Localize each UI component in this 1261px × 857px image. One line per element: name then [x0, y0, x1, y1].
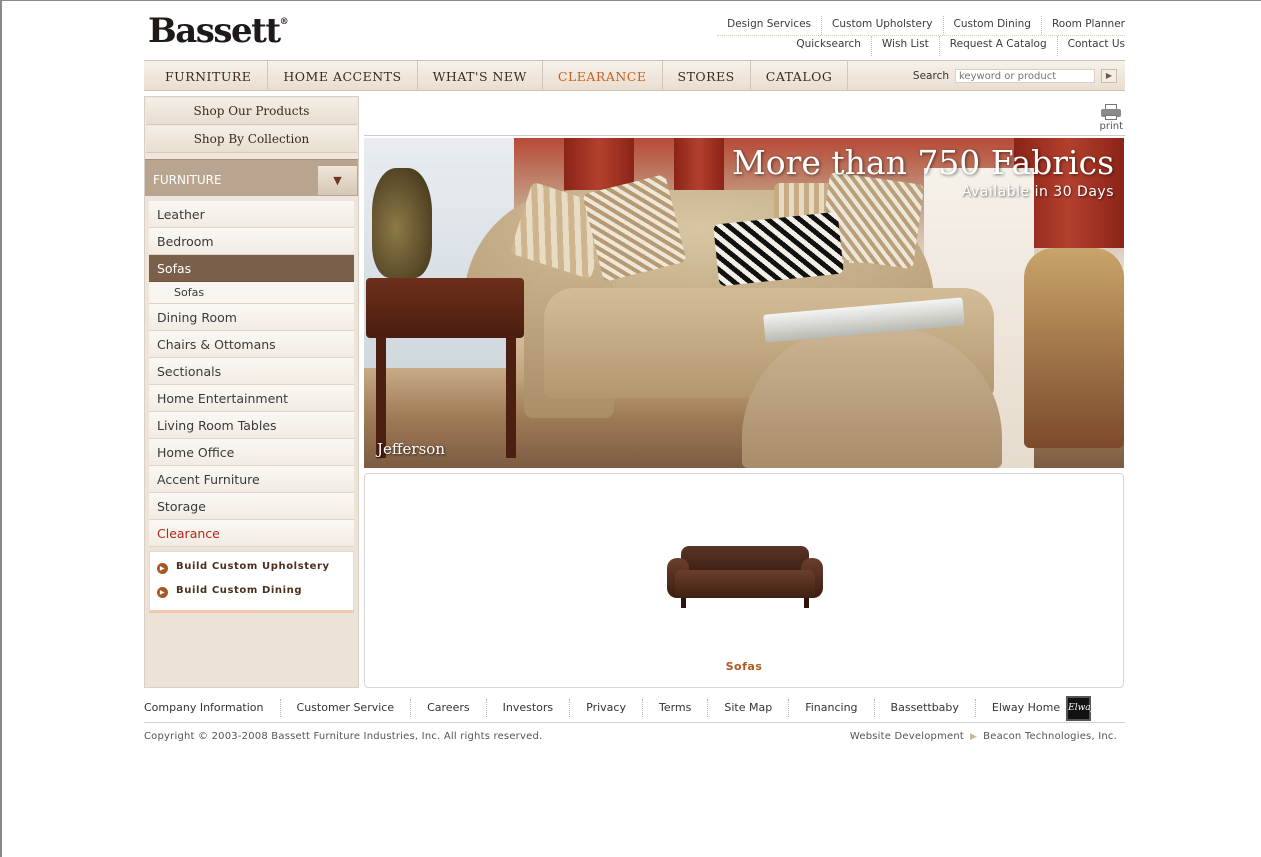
category-dropdown-button[interactable]: ▼	[318, 166, 357, 195]
nav-whats-new[interactable]: WHAT'S NEW	[418, 61, 543, 90]
product-panel: Sofas	[364, 473, 1124, 688]
bassett-logo[interactable]: Bassett®	[148, 11, 289, 51]
sidebar-item-storage[interactable]: Storage	[149, 493, 354, 520]
search-input[interactable]	[955, 69, 1095, 83]
contact-us-link[interactable]: Contact Us	[1056, 36, 1125, 56]
shop-by-collection-button[interactable]: Shop By Collection	[146, 126, 357, 153]
nav-clearance[interactable]: CLEARANCE	[543, 61, 663, 90]
footer-careers-link[interactable]: Careers	[410, 699, 486, 717]
sidebar-item-living-room-tables[interactable]: Living Room Tables	[149, 412, 354, 439]
sidebar-item-leather[interactable]: Leather	[149, 201, 354, 228]
sidebar-item-bedroom[interactable]: Bedroom	[149, 228, 354, 255]
shop-our-products-button[interactable]: Shop Our Products	[146, 98, 357, 125]
hero-caption: Jefferson	[377, 440, 445, 458]
hero-headline: More than 750 Fabrics	[731, 143, 1114, 182]
search-go-button[interactable]: ▶	[1101, 69, 1117, 83]
play-circle-icon: ▶	[157, 587, 168, 598]
search-label: Search	[912, 70, 949, 82]
elway-home-logo[interactable]: Elway	[1066, 695, 1096, 721]
sidebar: Shop Our Products Shop By Collection FUR…	[144, 96, 359, 688]
print-button[interactable]: print	[1099, 104, 1124, 132]
main-nav: FURNITURE HOME ACCENTS WHAT'S NEW CLEARA…	[144, 60, 1125, 91]
custom-upholstery-link[interactable]: Custom Upholstery	[821, 16, 943, 35]
design-services-link[interactable]: Design Services	[717, 16, 821, 35]
hero-vase	[372, 168, 432, 278]
footer-bassettbaby-link[interactable]: Bassettbaby	[873, 699, 975, 717]
category-list: Leather Bedroom Sofas Sofas Dining Room …	[149, 201, 354, 547]
wish-list-link[interactable]: Wish List	[870, 36, 939, 56]
build-custom-box: ▶ Build Custom Upholstery ▶ Build Custom D…	[149, 551, 354, 613]
custom-dining-link[interactable]: Custom Dining	[942, 16, 1041, 35]
product-item-sofas[interactable]	[665, 544, 825, 612]
category-header-label: FURNITURE	[153, 173, 222, 187]
play-arrow-icon: ▶	[1105, 71, 1113, 80]
sidebar-item-clearance[interactable]: Clearance	[149, 520, 354, 547]
sidebar-item-accent-furniture[interactable]: Accent Furniture	[149, 466, 354, 493]
room-planner-link[interactable]: Room Planner	[1040, 16, 1125, 35]
print-bar: print	[364, 96, 1125, 136]
copyright-text: Copyright © 2003-2008 Bassett Furniture …	[144, 731, 543, 742]
footer-privacy-link[interactable]: Privacy	[569, 699, 642, 717]
sidebar-subitem-sofas[interactable]: Sofas	[149, 282, 354, 304]
registered-mark: ®	[279, 17, 289, 27]
sidebar-item-sofas[interactable]: Sofas	[149, 255, 354, 282]
triangle-down-icon: ▼	[333, 174, 342, 187]
search-box: Search ▶	[913, 69, 1117, 83]
play-circle-icon: ▶	[157, 563, 168, 574]
utility-links-row-1: Design Services Custom Upholstery Custom…	[717, 16, 1125, 36]
product-label-sofas[interactable]: Sofas	[365, 660, 1123, 673]
nav-catalog[interactable]: CATALOG	[751, 61, 849, 90]
dev-label[interactable]: Website Development	[850, 731, 964, 742]
hero-table-leg	[506, 333, 516, 458]
nav-furniture[interactable]: FURNITURE	[144, 61, 269, 90]
leather-sofa-thumbnail[interactable]	[667, 544, 823, 612]
build-custom-upholstery-label: Build Custom Upholstery	[176, 561, 330, 572]
hero-subheadline: Available in 30 Days	[961, 184, 1114, 200]
footer-links: Company Information Customer Service Car…	[144, 694, 1125, 723]
footer-customer-service-link[interactable]: Customer Service	[279, 699, 411, 717]
printer-icon	[1101, 104, 1122, 120]
hero-side-table	[366, 278, 524, 338]
hero-accent-chair	[1024, 248, 1124, 448]
play-arrow-icon: ▶	[970, 732, 978, 742]
footer-company-information-link[interactable]: Company Information	[144, 699, 280, 717]
nav-home-accents[interactable]: HOME ACCENTS	[268, 61, 418, 90]
sidebar-item-home-entertainment[interactable]: Home Entertainment	[149, 385, 354, 412]
build-custom-dining-link[interactable]: ▶ Build Custom Dining	[150, 579, 353, 603]
quicksearch-link[interactable]: Quicksearch	[786, 36, 871, 56]
sidebar-item-chairs-ottomans[interactable]: Chairs & Ottomans	[149, 331, 354, 358]
dev-company[interactable]: Beacon Technologies, Inc.	[983, 731, 1117, 742]
footer-elway-home-link[interactable]: Elway Home	[974, 699, 1064, 717]
print-label: print	[1099, 121, 1124, 132]
build-custom-upholstery-link[interactable]: ▶ Build Custom Upholstery	[150, 555, 353, 579]
sidebar-item-sectionals[interactable]: Sectionals	[149, 358, 354, 385]
dev-credit: Website Development ▶ Beacon Technologies,…	[850, 731, 1117, 742]
category-header[interactable]: FURNITURE ▼	[145, 159, 358, 196]
footer-terms-link[interactable]: Terms	[641, 699, 707, 717]
utility-links-row-2: Quicksearch Wish List Request A Catalog …	[717, 36, 1125, 56]
build-custom-dining-label: Build Custom Dining	[176, 585, 303, 596]
footer-financing-link[interactable]: Financing	[788, 699, 873, 717]
request-catalog-link[interactable]: Request A Catalog	[938, 36, 1057, 56]
hero-banner[interactable]: More than 750 Fabrics Available in 30 Da…	[364, 138, 1124, 468]
sidebar-item-home-office[interactable]: Home Office	[149, 439, 354, 466]
nav-stores[interactable]: STORES	[663, 61, 751, 90]
logo-text: Bassett	[148, 11, 281, 51]
sidebar-item-dining-room[interactable]: Dining Room	[149, 304, 354, 331]
footer-site-map-link[interactable]: Site Map	[707, 699, 788, 717]
hero-pillow-houndstooth-black	[713, 211, 844, 287]
utility-links: Design Services Custom Upholstery Custom…	[717, 16, 1125, 56]
footer-investors-link[interactable]: Investors	[485, 699, 570, 717]
